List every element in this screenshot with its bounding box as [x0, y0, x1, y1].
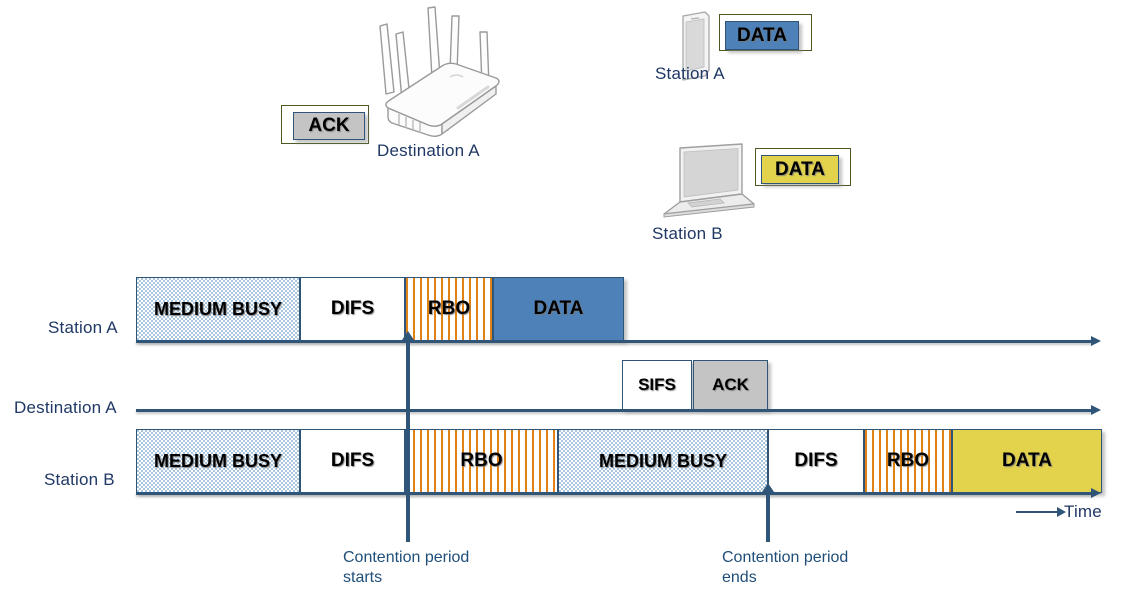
block-label: DATA	[1002, 450, 1052, 471]
row-label-station-a: Station A	[48, 318, 118, 337]
timeline-block-medium-busy: MEDIUM BUSY	[136, 429, 300, 493]
ack-chip-label: ACK	[308, 115, 350, 136]
contention-end-label: Contention period ends	[722, 549, 849, 586]
row-label-destination-a: Destination A	[14, 398, 117, 417]
block-label: ACK	[712, 375, 749, 394]
device-label-station-b: Station B	[652, 224, 723, 243]
station-a-data-chip-label: DATA	[737, 24, 787, 46]
timeline-block-data: DATA	[952, 429, 1102, 493]
block-label: SIFS	[638, 375, 676, 394]
block-label: MEDIUM BUSY	[153, 298, 282, 319]
block-label: DIFS	[330, 298, 375, 319]
row-label-station-b: Station B	[44, 470, 115, 489]
timeline-axis-destination-a	[136, 405, 1101, 415]
timeline-block-difs: DIFS	[300, 277, 405, 341]
block-label: MEDIUM BUSY	[153, 450, 282, 471]
device-label-destination-a: Destination A	[377, 141, 480, 160]
timeline-block-ack: ACK	[693, 360, 768, 410]
timeline-axis-station-b	[136, 488, 1101, 498]
timeline-block-difs: DIFS	[300, 429, 405, 493]
contention-start-marker-line	[402, 331, 414, 542]
contention-start-label: Contention period starts	[343, 549, 470, 586]
time-axis-arrow	[1016, 507, 1066, 517]
time-axis-label: Time	[1064, 502, 1102, 521]
station-a-data-chip: DATA	[725, 21, 799, 50]
timeline-block-difs: DIFS	[768, 429, 864, 493]
block-label: DIFS	[330, 450, 375, 471]
timeline-block-rbo: RBO	[864, 429, 952, 493]
timeline-block-data: DATA	[493, 277, 624, 341]
block-label: RBO	[460, 450, 503, 471]
timeline-block-medium-busy: MEDIUM BUSY	[558, 429, 768, 493]
ack-chip: ACK	[293, 112, 365, 140]
block-label: RBO	[886, 450, 930, 471]
contention-end-marker-line	[762, 483, 774, 542]
station-b-data-chip-label: DATA	[775, 158, 825, 180]
timeline-axis-station-a	[136, 336, 1101, 346]
timeline-block-medium-busy: MEDIUM BUSY	[136, 277, 300, 341]
laptop-icon	[650, 140, 760, 218]
block-label: DATA	[533, 298, 584, 319]
block-label: RBO	[427, 298, 471, 319]
station-b-data-chip: DATA	[761, 155, 839, 184]
timeline-block-rbo: RBO	[405, 277, 493, 341]
block-label: MEDIUM BUSY	[598, 450, 727, 471]
timeline-block-rbo: RBO	[405, 429, 558, 493]
block-label: DIFS	[794, 450, 838, 471]
timeline-block-sifs: SIFS	[622, 360, 692, 410]
device-label-station-a: Station A	[655, 64, 725, 83]
